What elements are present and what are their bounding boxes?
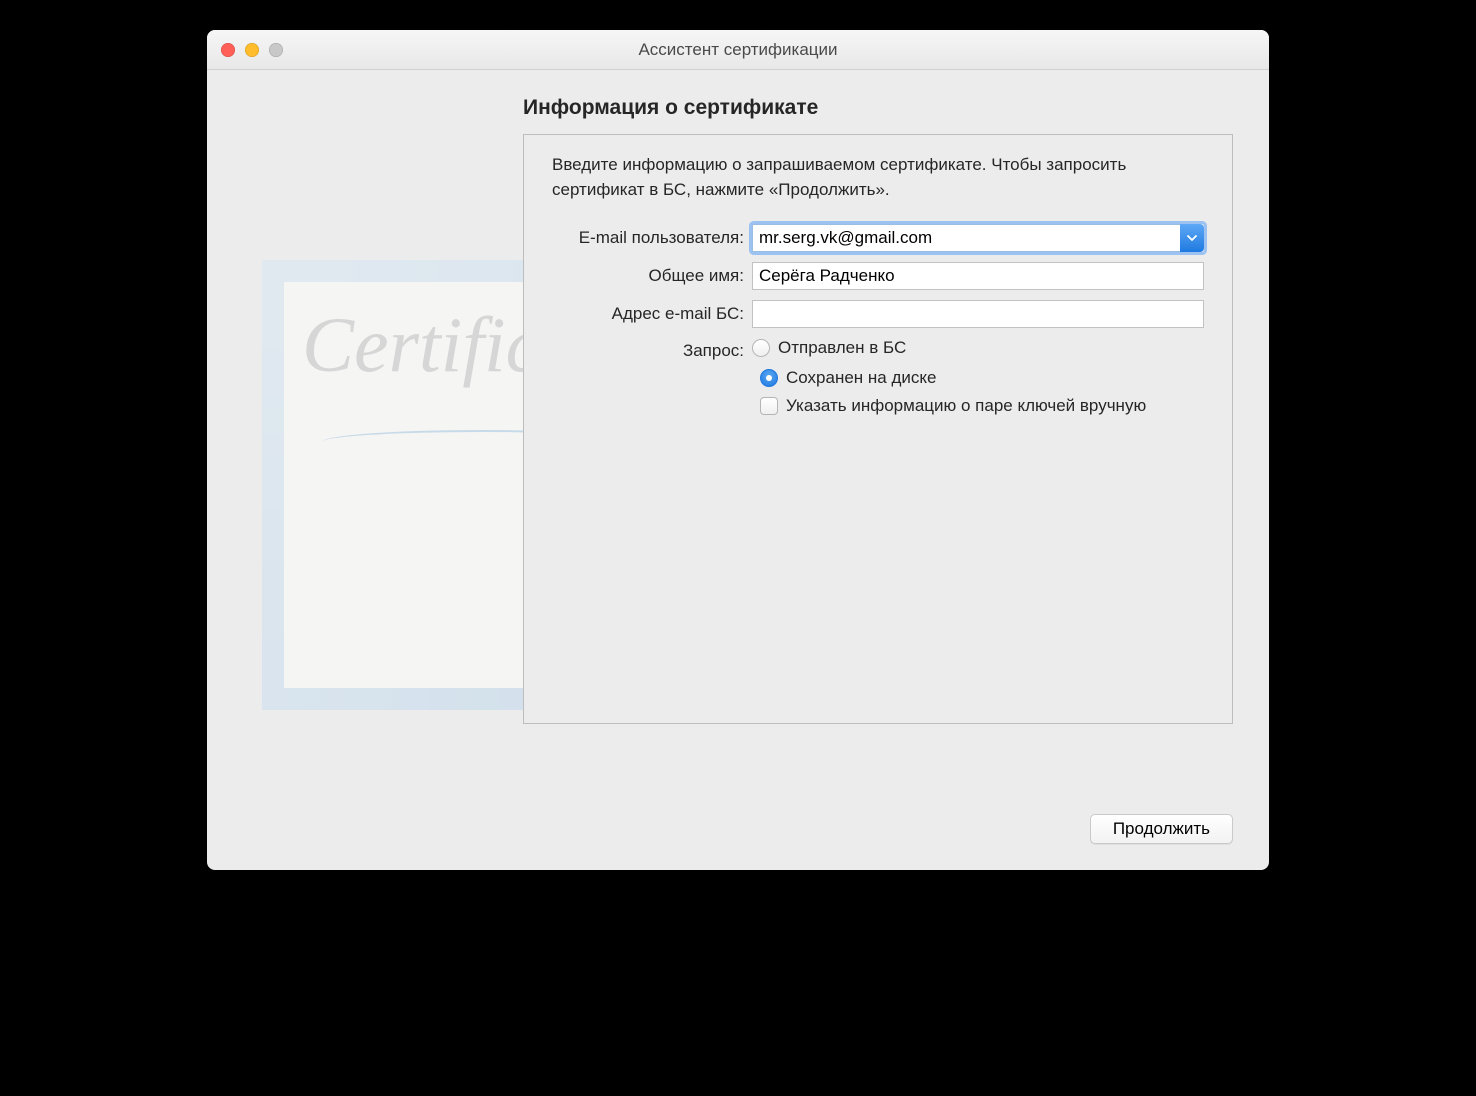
window-title: Ассистент сертификации <box>207 40 1269 60</box>
label-email-user: E-mail пользователя: <box>552 228 752 248</box>
label-common-name: Общее имя: <box>552 266 752 286</box>
titlebar: Ассистент сертификации <box>207 30 1269 70</box>
radio-row-saved: Сохранен на диске <box>760 368 1204 388</box>
assistant-window: Ассистент сертификации Certificate Инфор… <box>207 30 1269 870</box>
minimize-button[interactable] <box>245 43 259 57</box>
maximize-button <box>269 43 283 57</box>
common-name-input[interactable] <box>752 262 1204 290</box>
row-keypair-checkbox: Указать информацию о паре ключей вручную <box>760 396 1204 416</box>
instruction-text: Введите информацию о запрашиваемом серти… <box>552 153 1204 202</box>
continue-button[interactable]: Продолжить <box>1090 814 1233 844</box>
content-area: Certificate Информация о сертификате Вве… <box>207 70 1269 870</box>
radio-sent-label[interactable]: Отправлен в БС <box>778 338 906 358</box>
row-common-name: Общее имя: <box>552 262 1204 290</box>
radio-saved-to-disk[interactable] <box>760 369 778 387</box>
email-user-dropdown-button[interactable] <box>1180 224 1204 252</box>
page-heading: Информация о сертификате <box>523 96 1233 120</box>
form-panel: Введите информацию о запрашиваемом серти… <box>523 134 1233 724</box>
radio-saved-label[interactable]: Сохранен на диске <box>786 368 936 388</box>
ca-email-input[interactable] <box>752 300 1204 328</box>
footer: Продолжить <box>1090 814 1233 844</box>
close-button[interactable] <box>221 43 235 57</box>
traffic-lights <box>207 43 283 57</box>
row-request: Запрос: Отправлен в БС <box>552 338 1204 364</box>
keypair-manual-checkbox[interactable] <box>760 397 778 415</box>
radio-sent-to-ca[interactable] <box>752 339 770 357</box>
row-email-user: E-mail пользователя: <box>552 224 1204 252</box>
email-user-input[interactable] <box>752 224 1180 252</box>
chevron-down-icon <box>1187 231 1197 246</box>
radio-row-sent: Отправлен в БС <box>752 338 1204 358</box>
row-ca-email: Адрес e-mail БС: <box>552 300 1204 328</box>
label-ca-email: Адрес e-mail БС: <box>552 304 752 324</box>
keypair-manual-label[interactable]: Указать информацию о паре ключей вручную <box>786 396 1146 416</box>
panel-inner: Введите информацию о запрашиваемом серти… <box>524 135 1232 440</box>
label-request: Запрос: <box>552 341 752 361</box>
email-user-combobox[interactable] <box>752 224 1204 252</box>
